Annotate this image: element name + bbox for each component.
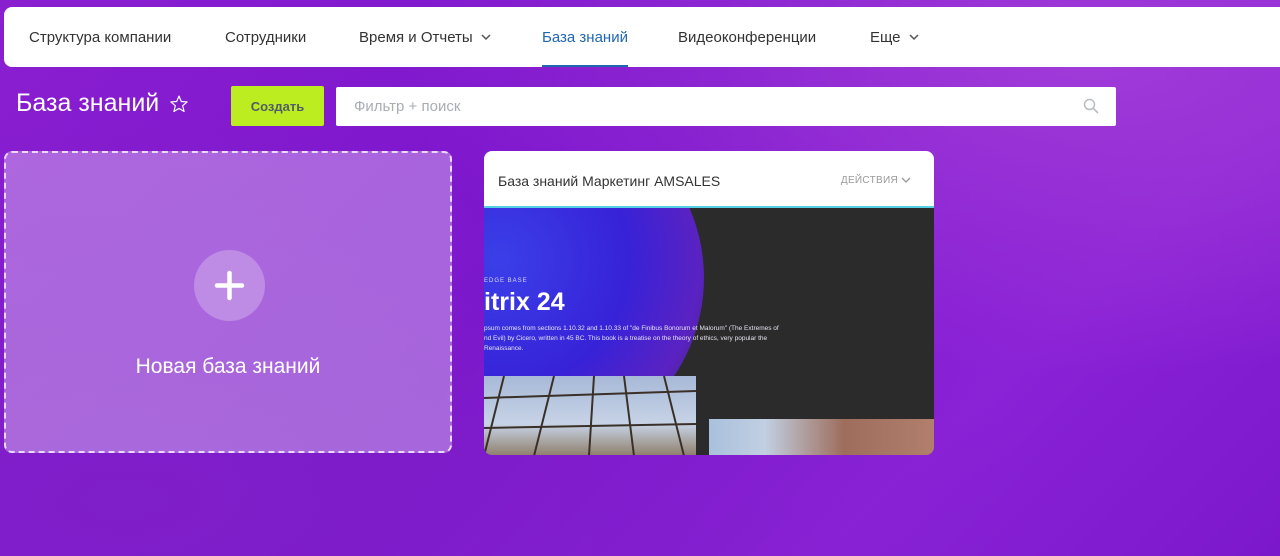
preview-photo-glass-roof: [484, 375, 697, 455]
chevron-down-icon: [909, 34, 919, 41]
knowledge-base-card[interactable]: База знаний Маркетинг AMSALES ДЕЙСТВИЯ E…: [484, 151, 934, 455]
card-title[interactable]: База знаний Маркетинг AMSALES: [498, 173, 720, 189]
page-title-text: База знаний: [16, 89, 160, 117]
actions-dropdown[interactable]: ДЕЙСТВИЯ: [841, 174, 912, 186]
tab-label: Структура компании: [29, 28, 172, 46]
tab-video-conferences[interactable]: Видеоконференции: [678, 7, 816, 67]
search-bar: [336, 87, 1116, 126]
tab-label: Еще: [870, 28, 901, 46]
card-preview-image: EDGE BASE itrix 24 psum comes from secti…: [484, 208, 934, 455]
chevron-down-icon: [901, 177, 911, 183]
tab-label: Видеоконференции: [678, 28, 817, 46]
new-knowledge-base-label: Новая база знаний: [135, 355, 321, 378]
preview-brand: itrix 24: [484, 288, 565, 316]
star-icon[interactable]: [169, 94, 189, 114]
tab-label: Время и Отчеты: [359, 28, 473, 46]
preview-kicker: EDGE BASE: [484, 278, 528, 284]
tab-time-and-reports[interactable]: Время и Отчеты: [359, 7, 492, 67]
chevron-down-icon: [481, 34, 491, 41]
tab-company-structure[interactable]: Структура компании: [29, 7, 171, 67]
new-knowledge-base-card[interactable]: Новая база знаний: [4, 151, 452, 453]
tab-knowledge-base[interactable]: База знаний: [542, 7, 628, 67]
tab-label: База знаний: [542, 28, 628, 46]
preview-photo-building: [709, 419, 934, 455]
top-navigation: Структура компании Сотрудники Время и От…: [4, 7, 1280, 67]
tab-more[interactable]: Еще: [870, 7, 920, 67]
tab-employees[interactable]: Сотрудники: [225, 7, 306, 67]
card-header: База знаний Маркетинг AMSALES ДЕЙСТВИЯ: [484, 151, 934, 208]
page-title: База знаний: [16, 89, 189, 118]
glass-roof-illustration: [484, 375, 697, 455]
actions-label: ДЕЙСТВИЯ: [840, 174, 898, 186]
preview-description: psum comes from sections 1.10.32 and 1.1…: [484, 325, 779, 352]
search-icon[interactable]: [1083, 98, 1099, 114]
search-input[interactable]: [352, 97, 1056, 116]
plus-icon: [214, 270, 245, 301]
plus-button[interactable]: [194, 250, 265, 321]
tab-label: Сотрудники: [225, 28, 307, 46]
create-button[interactable]: Создать: [231, 86, 324, 126]
